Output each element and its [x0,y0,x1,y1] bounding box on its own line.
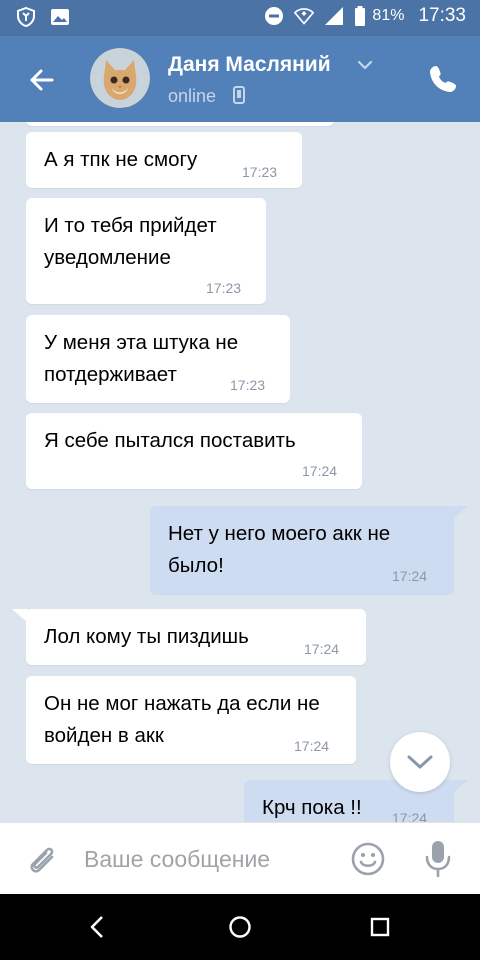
status-bar: 81% 17:33 [0,0,480,36]
nav-home-icon[interactable] [228,915,252,939]
message-bubble-incoming[interactable]: И то тебя прийдет уведомление 17:23 [26,198,266,304]
message-text: Крч пока !! [262,796,362,819]
chevron-down-icon[interactable] [356,58,374,72]
message-bubble-outgoing[interactable]: Нет у него моего акк не было! 17:24 [150,506,454,594]
message-text: А я тпк не смогу [44,148,198,171]
signal-icon [325,7,344,25]
shield-icon [17,7,35,27]
microphone-icon[interactable] [424,839,452,879]
message-bubble-incoming[interactable]: Он не мог нажать да если не войден в акк… [26,676,356,764]
emoji-icon[interactable] [350,841,386,877]
message-time: 17:23 [242,164,278,180]
wifi-icon [294,8,315,25]
message-bubble-incoming[interactable]: А я тпк не смогу 17:23 [26,132,302,188]
message-text: Нет у него моего акк не было! [168,522,391,577]
nav-recent-apps-icon[interactable] [370,917,390,937]
avatar[interactable] [90,48,150,108]
message-bubble-incoming[interactable]: Лол кому ты пиздишь 17:24 [26,609,366,665]
do-not-disturb-icon [265,7,284,25]
chat-header: Даня Масляний online [0,36,480,122]
message-text: Он не мог нажать да если не войден в акк [44,692,320,747]
chevron-down-icon [407,755,433,769]
contact-name[interactable]: Даня Масляний [168,53,331,77]
mobile-icon [233,86,245,104]
message-time: 17:24 [302,463,338,479]
contact-status: online [168,86,217,106]
message-text: Я себе пытался поставить [44,429,296,452]
message-time: 17:24 [304,641,340,657]
message-composer [0,822,480,894]
scroll-down-button[interactable] [390,732,450,792]
message-time: 17:23 [206,280,242,296]
message-time: 17:23 [230,377,266,393]
back-arrow-icon[interactable] [24,62,60,98]
message-text: Лол кому ты пиздишь [44,625,249,648]
clock: 17:33 [418,5,466,26]
message-input[interactable] [84,839,324,879]
message-text: И то тебя прийдет уведомление [44,214,217,269]
message-time: 17:24 [392,810,428,822]
message-time: 17:24 [392,568,428,584]
nav-back-icon[interactable] [86,914,110,940]
message-list[interactable]: А я тпк не смогу 17:23 И то тебя прийдет… [0,122,480,822]
message-text: У меня эта штука не потдерживает [44,331,239,386]
battery-icon [355,6,366,26]
paperclip-icon[interactable] [24,841,60,877]
phone-icon[interactable] [428,64,458,94]
battery-percent: 81% [372,7,405,24]
image-icon [51,9,69,25]
message-time: 17:24 [294,738,330,754]
system-nav-bar [0,894,480,960]
message-bubble-incoming[interactable]: Я себе пытался поставить 17:24 [26,413,362,489]
message-bubble-incoming[interactable]: У меня эта штука не потдерживает 17:23 [26,315,290,403]
message-bubble-partial [26,122,334,126]
bubble-tail [452,780,468,794]
bubble-tail [452,506,468,520]
